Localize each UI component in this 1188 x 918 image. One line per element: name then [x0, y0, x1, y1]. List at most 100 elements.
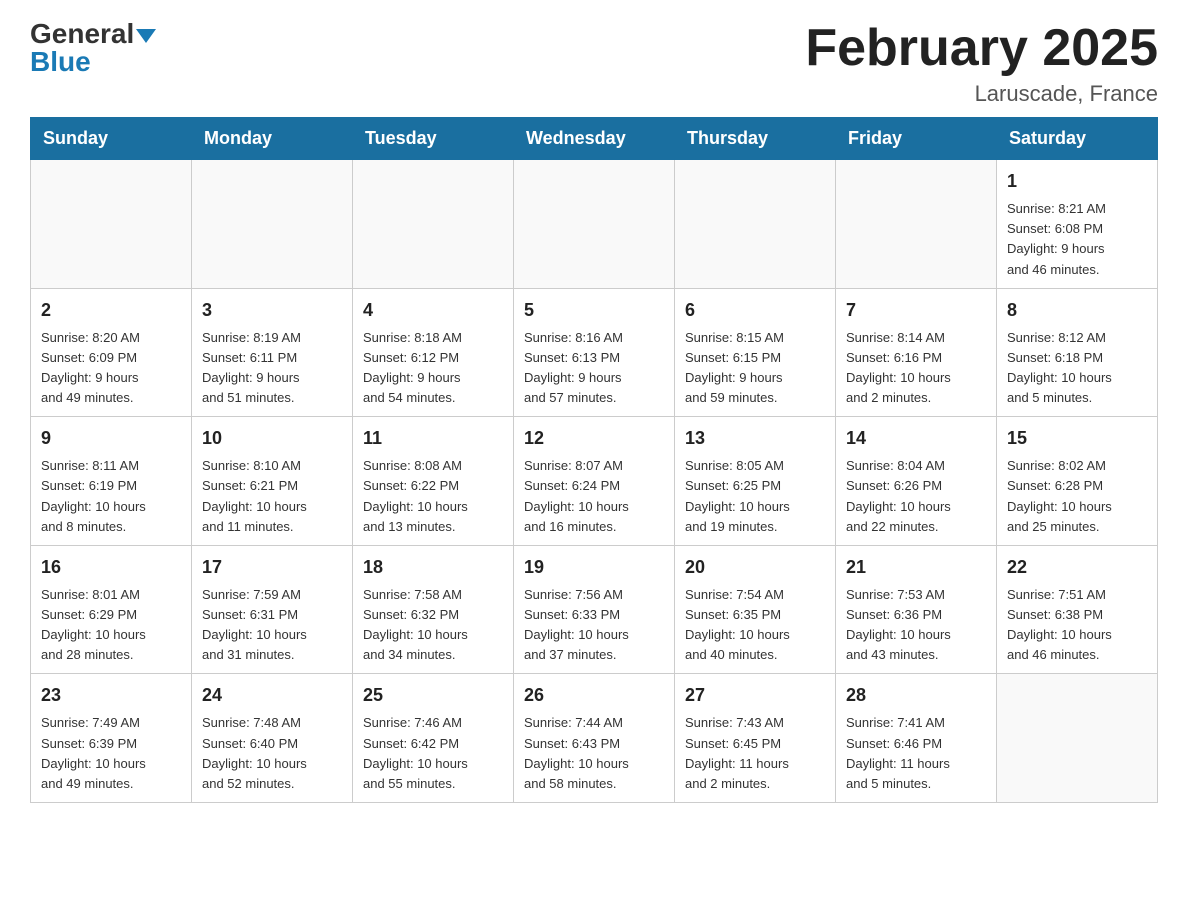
day-info: Sunrise: 8:01 AM Sunset: 6:29 PM Dayligh…	[41, 585, 181, 666]
day-number: 21	[846, 554, 986, 581]
day-number: 19	[524, 554, 664, 581]
calendar-cell: 3 Sunrise: 8:19 AM Sunset: 6:11 PM Daylig…	[192, 288, 353, 417]
day-number: 10	[202, 425, 342, 452]
logo: General Blue	[30, 20, 156, 76]
day-info: Sunrise: 8:05 AM Sunset: 6:25 PM Dayligh…	[685, 456, 825, 537]
week-row-5: 23 Sunrise: 7:49 AM Sunset: 6:39 PM Dayli…	[31, 674, 1158, 803]
day-number: 20	[685, 554, 825, 581]
day-info: Sunrise: 8:19 AM Sunset: 6:11 PM Dayligh…	[202, 328, 342, 409]
calendar-cell: 28 Sunrise: 7:41 AM Sunset: 6:46 PM Dayli…	[836, 674, 997, 803]
calendar-cell: 17 Sunrise: 7:59 AM Sunset: 6:31 PM Dayli…	[192, 545, 353, 674]
calendar-cell: 10 Sunrise: 8:10 AM Sunset: 6:21 PM Dayli…	[192, 417, 353, 546]
day-number: 4	[363, 297, 503, 324]
calendar-cell	[514, 160, 675, 289]
day-number: 16	[41, 554, 181, 581]
calendar-cell: 5 Sunrise: 8:16 AM Sunset: 6:13 PM Daylig…	[514, 288, 675, 417]
calendar-header: SundayMondayTuesdayWednesdayThursdayFrid…	[31, 118, 1158, 160]
week-row-1: 1Sunrise: 8:21 AM Sunset: 6:08 PM Daylig…	[31, 160, 1158, 289]
calendar-cell	[997, 674, 1158, 803]
calendar-cell	[192, 160, 353, 289]
day-info: Sunrise: 8:10 AM Sunset: 6:21 PM Dayligh…	[202, 456, 342, 537]
weekday-header-wednesday: Wednesday	[514, 118, 675, 160]
day-number: 23	[41, 682, 181, 709]
day-number: 25	[363, 682, 503, 709]
day-info: Sunrise: 8:15 AM Sunset: 6:15 PM Dayligh…	[685, 328, 825, 409]
weekday-header-monday: Monday	[192, 118, 353, 160]
day-info: Sunrise: 8:20 AM Sunset: 6:09 PM Dayligh…	[41, 328, 181, 409]
calendar-body: 1Sunrise: 8:21 AM Sunset: 6:08 PM Daylig…	[31, 160, 1158, 803]
day-number: 6	[685, 297, 825, 324]
day-info: Sunrise: 8:14 AM Sunset: 6:16 PM Dayligh…	[846, 328, 986, 409]
calendar-cell: 23 Sunrise: 7:49 AM Sunset: 6:39 PM Dayli…	[31, 674, 192, 803]
day-info: Sunrise: 8:04 AM Sunset: 6:26 PM Dayligh…	[846, 456, 986, 537]
day-number: 15	[1007, 425, 1147, 452]
calendar-cell: 22 Sunrise: 7:51 AM Sunset: 6:38 PM Dayli…	[997, 545, 1158, 674]
calendar-cell: 25 Sunrise: 7:46 AM Sunset: 6:42 PM Dayli…	[353, 674, 514, 803]
day-number: 28	[846, 682, 986, 709]
calendar-cell: 26 Sunrise: 7:44 AM Sunset: 6:43 PM Dayli…	[514, 674, 675, 803]
calendar-cell: 20 Sunrise: 7:54 AM Sunset: 6:35 PM Dayli…	[675, 545, 836, 674]
day-number: 11	[363, 425, 503, 452]
week-row-2: 2 Sunrise: 8:20 AM Sunset: 6:09 PM Daylig…	[31, 288, 1158, 417]
calendar-cell: 19 Sunrise: 7:56 AM Sunset: 6:33 PM Dayli…	[514, 545, 675, 674]
calendar-title: February 2025	[805, 20, 1158, 77]
day-info: Sunrise: 7:59 AM Sunset: 6:31 PM Dayligh…	[202, 585, 342, 666]
day-number: 18	[363, 554, 503, 581]
day-info: Sunrise: 8:02 AM Sunset: 6:28 PM Dayligh…	[1007, 456, 1147, 537]
calendar-cell: 12Sunrise: 8:07 AM Sunset: 6:24 PM Dayli…	[514, 417, 675, 546]
week-row-4: 16 Sunrise: 8:01 AM Sunset: 6:29 PM Dayli…	[31, 545, 1158, 674]
day-info: Sunrise: 8:21 AM Sunset: 6:08 PM Dayligh…	[1007, 199, 1147, 280]
weekday-header-saturday: Saturday	[997, 118, 1158, 160]
title-block: February 2025 Laruscade, France	[805, 20, 1158, 107]
calendar-cell: 16 Sunrise: 8:01 AM Sunset: 6:29 PM Dayli…	[31, 545, 192, 674]
weekday-row: SundayMondayTuesdayWednesdayThursdayFrid…	[31, 118, 1158, 160]
day-number: 13	[685, 425, 825, 452]
day-info: Sunrise: 7:51 AM Sunset: 6:38 PM Dayligh…	[1007, 585, 1147, 666]
day-info: Sunrise: 7:41 AM Sunset: 6:46 PM Dayligh…	[846, 713, 986, 794]
calendar-cell: 15 Sunrise: 8:02 AM Sunset: 6:28 PM Dayli…	[997, 417, 1158, 546]
day-number: 17	[202, 554, 342, 581]
weekday-header-sunday: Sunday	[31, 118, 192, 160]
day-info: Sunrise: 7:46 AM Sunset: 6:42 PM Dayligh…	[363, 713, 503, 794]
day-info: Sunrise: 8:08 AM Sunset: 6:22 PM Dayligh…	[363, 456, 503, 537]
calendar-cell: 8Sunrise: 8:12 AM Sunset: 6:18 PM Daylig…	[997, 288, 1158, 417]
day-info: Sunrise: 7:44 AM Sunset: 6:43 PM Dayligh…	[524, 713, 664, 794]
day-number: 24	[202, 682, 342, 709]
calendar-cell: 9Sunrise: 8:11 AM Sunset: 6:19 PM Daylig…	[31, 417, 192, 546]
day-info: Sunrise: 8:07 AM Sunset: 6:24 PM Dayligh…	[524, 456, 664, 537]
weekday-header-thursday: Thursday	[675, 118, 836, 160]
day-number: 3	[202, 297, 342, 324]
day-number: 2	[41, 297, 181, 324]
logo-general: General	[30, 18, 134, 49]
weekday-header-friday: Friday	[836, 118, 997, 160]
weekday-header-tuesday: Tuesday	[353, 118, 514, 160]
calendar-cell: 6 Sunrise: 8:15 AM Sunset: 6:15 PM Daylig…	[675, 288, 836, 417]
location: Laruscade, France	[805, 81, 1158, 107]
calendar-cell: 27 Sunrise: 7:43 AM Sunset: 6:45 PM Dayli…	[675, 674, 836, 803]
day-number: 27	[685, 682, 825, 709]
day-info: Sunrise: 7:43 AM Sunset: 6:45 PM Dayligh…	[685, 713, 825, 794]
calendar-cell: 21Sunrise: 7:53 AM Sunset: 6:36 PM Dayli…	[836, 545, 997, 674]
calendar-cell: 18 Sunrise: 7:58 AM Sunset: 6:32 PM Dayli…	[353, 545, 514, 674]
day-number: 7	[846, 297, 986, 324]
calendar-cell: 24 Sunrise: 7:48 AM Sunset: 6:40 PM Dayli…	[192, 674, 353, 803]
calendar-cell: 13 Sunrise: 8:05 AM Sunset: 6:25 PM Dayli…	[675, 417, 836, 546]
day-info: Sunrise: 7:54 AM Sunset: 6:35 PM Dayligh…	[685, 585, 825, 666]
day-number: 22	[1007, 554, 1147, 581]
day-number: 26	[524, 682, 664, 709]
day-number: 9	[41, 425, 181, 452]
day-info: Sunrise: 7:58 AM Sunset: 6:32 PM Dayligh…	[363, 585, 503, 666]
calendar-cell	[675, 160, 836, 289]
calendar-cell: 4 Sunrise: 8:18 AM Sunset: 6:12 PM Daylig…	[353, 288, 514, 417]
day-info: Sunrise: 8:16 AM Sunset: 6:13 PM Dayligh…	[524, 328, 664, 409]
calendar-cell	[836, 160, 997, 289]
day-info: Sunrise: 7:56 AM Sunset: 6:33 PM Dayligh…	[524, 585, 664, 666]
logo-arrow-icon	[136, 29, 156, 43]
calendar-cell	[31, 160, 192, 289]
day-info: Sunrise: 7:49 AM Sunset: 6:39 PM Dayligh…	[41, 713, 181, 794]
day-number: 5	[524, 297, 664, 324]
day-info: Sunrise: 8:18 AM Sunset: 6:12 PM Dayligh…	[363, 328, 503, 409]
logo-blue: Blue	[30, 48, 91, 76]
calendar-cell: 11 Sunrise: 8:08 AM Sunset: 6:22 PM Dayli…	[353, 417, 514, 546]
day-info: Sunrise: 7:48 AM Sunset: 6:40 PM Dayligh…	[202, 713, 342, 794]
